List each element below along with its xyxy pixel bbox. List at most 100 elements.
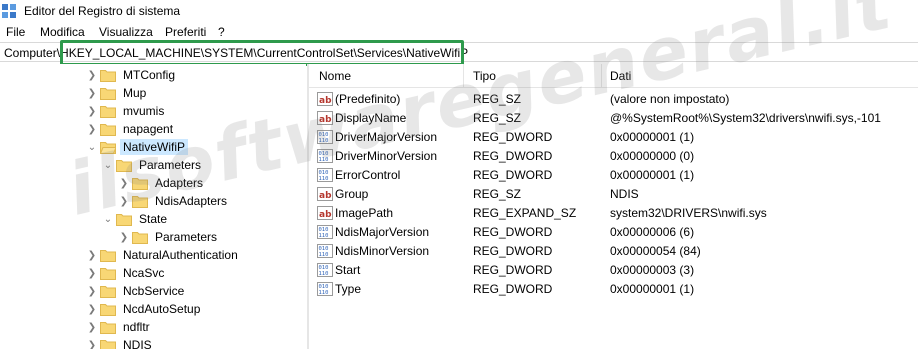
binary-value-icon: 010110: [317, 282, 333, 296]
tree-item-napagent[interactable]: ❯ napagent: [86, 120, 176, 138]
chevron-right-icon[interactable]: ❯: [86, 300, 98, 318]
chevron-down-icon[interactable]: ⌄: [86, 138, 98, 156]
string-value-icon: ab: [317, 206, 333, 220]
folder-icon: [100, 87, 116, 100]
address-path[interactable]: Computer\HKEY_LOCAL_MACHINE\SYSTEM\Curre…: [4, 46, 468, 60]
chevron-right-icon[interactable]: ❯: [118, 174, 130, 192]
folder-icon: [100, 123, 116, 136]
value-name: (Predefinito): [335, 92, 401, 106]
tree-item-label: NcaSvc: [123, 266, 165, 280]
svg-text:ab: ab: [319, 96, 332, 106]
folder-icon: [132, 177, 148, 190]
chevron-right-icon[interactable]: ❯: [86, 282, 98, 300]
tree-item-ncbservice[interactable]: ❯ NcbService: [86, 282, 187, 300]
table-row[interactable]: 010 110 Type REG_DWORD 0x00000001 (1): [309, 280, 918, 299]
value-name: ErrorControl: [335, 168, 401, 182]
svg-text:110: 110: [319, 176, 329, 182]
value-data: 0x00000001 (1): [610, 130, 695, 144]
column-header-tipo[interactable]: Tipo: [473, 69, 496, 83]
chevron-right-icon[interactable]: ❯: [86, 336, 98, 349]
title-bar: Editor del Registro di sistema: [0, 0, 918, 22]
table-row[interactable]: 010 110 NdisMajorVersion REG_DWORD 0x0000000…: [309, 223, 918, 242]
chevron-right-icon[interactable]: ❯: [86, 102, 98, 120]
table-row[interactable]: 010 110 DriverMinorVersion REG_DWORD 0x00000…: [309, 147, 918, 166]
tree-item-label: NdisAdapters: [155, 194, 228, 208]
menu-visualizza[interactable]: Visualizza: [99, 25, 153, 39]
chevron-right-icon[interactable]: ❯: [86, 264, 98, 282]
tree-item-label: NaturalAuthentication: [123, 248, 238, 262]
chevron-right-icon[interactable]: ❯: [118, 228, 130, 246]
svg-text:110: 110: [319, 290, 329, 296]
tree-item-label: Parameters: [155, 230, 218, 244]
tree-item-mtconfig[interactable]: ❯ MTConfig: [86, 66, 178, 84]
tree-item-ndis[interactable]: ❯ NDIS: [86, 336, 155, 349]
value-name: Group: [335, 187, 369, 201]
chevron-right-icon[interactable]: ❯: [86, 120, 98, 138]
value-type: REG_EXPAND_SZ: [473, 206, 577, 220]
folder-icon: [100, 339, 116, 349]
chevron-down-icon[interactable]: ⌄: [102, 156, 114, 174]
svg-text:110: 110: [319, 138, 329, 144]
tree-item-label: NcdAutoSetup: [123, 302, 201, 316]
address-bar[interactable]: Computer\HKEY_LOCAL_MACHINE\SYSTEM\Curre…: [0, 42, 918, 62]
tree-item-ndfltr[interactable]: ❯ ndfltr: [86, 318, 153, 336]
tree-item-parameters[interactable]: ⌄ Parameters: [102, 156, 204, 174]
tree-item-mvumis[interactable]: ❯ mvumis: [86, 102, 167, 120]
folder-icon: [100, 105, 116, 118]
tree-item-label: NativeWifiP: [120, 139, 189, 155]
menu-file[interactable]: File: [6, 25, 25, 39]
key-tree[interactable]: ❯ MTConfig ❯ Mup ❯ mvumis ❯ napagent ⌄ N…: [0, 64, 306, 349]
value-name: NdisMajorVersion: [335, 225, 430, 239]
value-data: 0x00000001 (1): [610, 282, 695, 296]
value-type: REG_SZ: [473, 187, 522, 201]
tree-item-label: Parameters: [139, 158, 202, 172]
folder-icon: [100, 285, 116, 298]
menu-modifica[interactable]: Modifica: [40, 25, 85, 39]
tree-item-nativewifip[interactable]: ⌄ NativeWifiP: [86, 138, 189, 156]
table-row[interactable]: 010 110 Start REG_DWORD 0x00000003 (3): [309, 261, 918, 280]
window-title: Editor del Registro di sistema: [24, 4, 181, 18]
value-name: DriverMinorVersion: [335, 149, 438, 163]
tree-item-state-parameters[interactable]: ❯ Parameters: [118, 228, 220, 246]
column-header-dati[interactable]: Dati: [610, 69, 631, 83]
table-row[interactable]: 010 110 DriverMajorVersion REG_DWORD 0x00000…: [309, 128, 918, 147]
table-row[interactable]: ab DisplayName REG_SZ @%SystemRoot%\System3…: [309, 109, 918, 128]
value-type: REG_SZ: [473, 92, 522, 106]
column-divider[interactable]: [463, 64, 464, 88]
tree-item-label: NcbService: [123, 284, 185, 298]
chevron-right-icon[interactable]: ❯: [86, 318, 98, 336]
chevron-down-icon[interactable]: ⌄: [102, 210, 114, 228]
tree-item-mup[interactable]: ❯ Mup: [86, 84, 149, 102]
menu-help[interactable]: ?: [218, 25, 225, 39]
regedit-icon: [2, 4, 16, 18]
menu-preferiti[interactable]: Preferiti: [165, 25, 206, 39]
value-data: (valore non impostato): [610, 92, 730, 106]
table-row[interactable]: ab Group REG_SZ NDIS: [309, 185, 918, 204]
chevron-right-icon[interactable]: ❯: [118, 192, 130, 210]
tree-item-adapters[interactable]: ❯ Adapters: [118, 174, 206, 192]
table-row[interactable]: ab (Predefinito) REG_SZ (valore non imposta…: [309, 90, 918, 109]
tree-item-state[interactable]: ⌄ State: [102, 210, 170, 228]
binary-value-icon: 010110: [317, 149, 333, 163]
string-value-icon: ab: [317, 92, 333, 106]
value-type: REG_DWORD: [473, 168, 553, 182]
tree-item-label: MTConfig: [123, 68, 176, 82]
value-data: 0x00000001 (1): [610, 168, 695, 182]
value-name: Type: [335, 282, 362, 296]
folder-icon: [100, 321, 116, 334]
chevron-right-icon[interactable]: ❯: [86, 84, 98, 102]
table-row[interactable]: 010 110 ErrorControl REG_DWORD 0x00000001 (1…: [309, 166, 918, 185]
values-list[interactable]: Nome Tipo Dati ab (Predefinito) REG_SZ (val…: [309, 64, 918, 349]
tree-item-ncdautosetup[interactable]: ❯ NcdAutoSetup: [86, 300, 203, 318]
chevron-right-icon[interactable]: ❯: [86, 246, 98, 264]
table-row[interactable]: ab ImagePath REG_EXPAND_SZ system32\DRIVERS…: [309, 204, 918, 223]
table-row[interactable]: 010 110 NdisMinorVersion REG_DWORD 0x0000005…: [309, 242, 918, 261]
tree-item-ncasvc[interactable]: ❯ NcaSvc: [86, 264, 167, 282]
value-type: REG_DWORD: [473, 130, 553, 144]
column-divider[interactable]: [601, 64, 602, 88]
svg-text:ab: ab: [319, 115, 332, 125]
chevron-right-icon[interactable]: ❯: [86, 66, 98, 84]
column-header-nome[interactable]: Nome: [319, 69, 351, 83]
tree-item-ndisadapters[interactable]: ❯ NdisAdapters: [118, 192, 230, 210]
tree-item-naturalauthentication[interactable]: ❯ NaturalAuthentication: [86, 246, 241, 264]
